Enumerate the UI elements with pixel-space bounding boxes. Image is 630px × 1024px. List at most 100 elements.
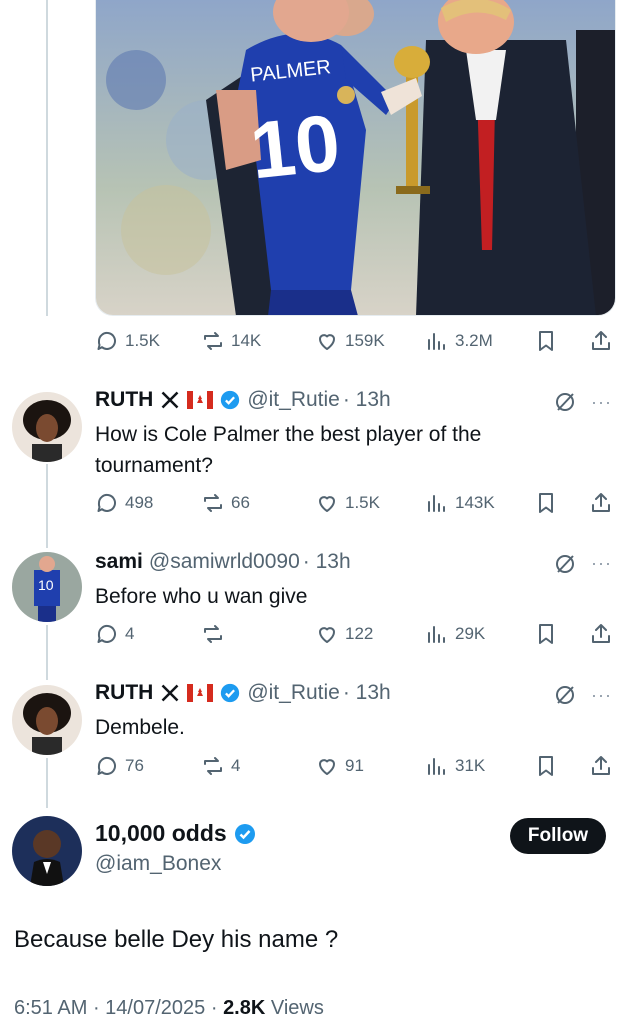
like-icon	[319, 759, 335, 775]
post-action-bar: 1.5K 14K 159K 3.2M	[95, 326, 620, 356]
svg-text:10: 10	[38, 577, 54, 593]
separator: ·	[210, 997, 224, 1019]
grok-icon[interactable]	[553, 552, 577, 576]
reply-header: sami @samiwrld0090 · 13h	[95, 550, 351, 574]
views-button[interactable]: 143K	[425, 491, 495, 515]
like-count: 1.5K	[345, 493, 380, 512]
avatar[interactable]	[12, 685, 82, 755]
post-text: Because belle Dey his name ?	[14, 926, 339, 953]
author-name[interactable]: sami	[95, 550, 143, 574]
grok-icon[interactable]	[553, 390, 577, 414]
avatar[interactable]: 10	[12, 552, 82, 622]
verified-icon	[221, 683, 240, 703]
more-icon[interactable]: ···	[591, 685, 612, 706]
avatar[interactable]	[12, 392, 82, 462]
share-button[interactable]	[589, 622, 613, 646]
avatar[interactable]	[12, 816, 82, 886]
author-name[interactable]: RUTH	[95, 388, 153, 412]
like-button[interactable]: 122	[315, 622, 373, 646]
share-button[interactable]	[589, 754, 613, 778]
post-meta: 6:51 AM · 14/07/2025 · 2.8K Views	[14, 997, 324, 1020]
repost-icon	[204, 494, 222, 512]
author-handle[interactable]: @it_Rutie	[247, 388, 340, 412]
views-button[interactable]: 29K	[425, 622, 485, 646]
reply-header: RUTH @it_Rutie · 13h	[95, 681, 391, 705]
repost-icon	[204, 625, 222, 643]
reply-button[interactable]: 4	[95, 622, 134, 646]
author-handle[interactable]: @samiwrld0090	[149, 550, 300, 574]
reply-button[interactable]: 76	[95, 754, 144, 778]
post-time[interactable]: · 13h	[343, 388, 391, 412]
bookmark-button[interactable]	[534, 491, 558, 515]
share-icon	[592, 756, 610, 775]
views-count: 31K	[455, 756, 486, 775]
reply-text: Dembele.	[95, 716, 185, 739]
views-count: 2.8K	[223, 997, 266, 1019]
x-logo-icon	[161, 391, 179, 409]
like-button[interactable]: 159K	[315, 329, 385, 353]
post-date[interactable]: 14/07/2025	[105, 997, 205, 1019]
views-icon	[428, 758, 445, 775]
post-time[interactable]: · 13h	[343, 681, 391, 705]
like-button[interactable]: 91	[315, 754, 364, 778]
views-count: 143K	[455, 493, 495, 512]
views-label: Views	[270, 997, 324, 1019]
like-button[interactable]: 1.5K	[315, 491, 380, 515]
repost-button[interactable]	[201, 622, 231, 646]
repost-count: 66	[231, 493, 250, 512]
reply-icon	[97, 494, 116, 512]
views-button[interactable]: 31K	[425, 754, 485, 778]
author-handle[interactable]: @it_Rutie	[247, 681, 340, 705]
bookmark-icon	[539, 624, 553, 644]
thread-line-1	[46, 464, 48, 548]
more-icon[interactable]: ···	[591, 392, 612, 413]
verified-icon	[221, 390, 240, 410]
reply-button[interactable]: 498	[95, 491, 153, 515]
reply-count: 498	[125, 493, 154, 512]
repost-icon	[204, 757, 222, 775]
bookmark-icon	[539, 493, 553, 513]
like-count: 122	[345, 624, 374, 643]
thread-line-top	[46, 0, 48, 316]
reply-text: Before who u wan give	[95, 585, 308, 608]
repost-button[interactable]: 66	[201, 491, 250, 515]
post-time[interactable]: · 13h	[303, 550, 351, 574]
views-button[interactable]: 3.2M	[425, 329, 493, 353]
reply-text: How is Cole Palmer the best player of th…	[95, 423, 482, 477]
reply-count: 76	[125, 756, 144, 775]
thread-line-3	[46, 758, 48, 808]
x-logo-icon	[161, 684, 179, 702]
share-button[interactable]	[589, 329, 613, 353]
repost-button[interactable]: 4	[201, 754, 240, 778]
jersey-number: 10	[246, 98, 344, 196]
reply-count: 1.5K	[125, 331, 160, 350]
reply-action-bar: 498 66 1.5K 143K	[95, 488, 620, 518]
post-time[interactable]: 6:51 AM	[14, 997, 87, 1019]
more-icon[interactable]: ···	[591, 553, 612, 574]
separator: ·	[92, 997, 106, 1019]
reply-button[interactable]: 1.5K	[95, 329, 160, 353]
grok-icon[interactable]	[553, 683, 577, 707]
author-handle[interactable]: @iam_Bonex	[95, 852, 221, 876]
canada-flag-icon	[187, 391, 214, 409]
share-icon	[592, 493, 610, 512]
views-icon	[428, 626, 445, 643]
post-image[interactable]: PALMER 10	[95, 0, 616, 316]
bookmark-button[interactable]	[534, 754, 558, 778]
reply-header: RUTH @it_Rutie · 13h	[95, 388, 391, 412]
repost-button[interactable]: 14K	[201, 329, 261, 353]
bookmark-button[interactable]	[534, 622, 558, 646]
reply-action-bar: 4 122 29K	[95, 619, 620, 649]
author-name[interactable]: 10,000 odds	[95, 820, 257, 847]
like-icon	[319, 627, 335, 643]
like-count: 91	[345, 756, 364, 775]
bookmark-icon	[539, 331, 553, 351]
author-name-text[interactable]: 10,000 odds	[95, 820, 227, 847]
follow-button[interactable]: Follow	[510, 818, 606, 854]
reply-count: 4	[125, 624, 135, 643]
views-icon	[428, 495, 445, 512]
share-button[interactable]	[589, 491, 613, 515]
author-name[interactable]: RUTH	[95, 681, 153, 705]
repost-count: 4	[231, 756, 241, 775]
bookmark-button[interactable]	[534, 329, 558, 353]
